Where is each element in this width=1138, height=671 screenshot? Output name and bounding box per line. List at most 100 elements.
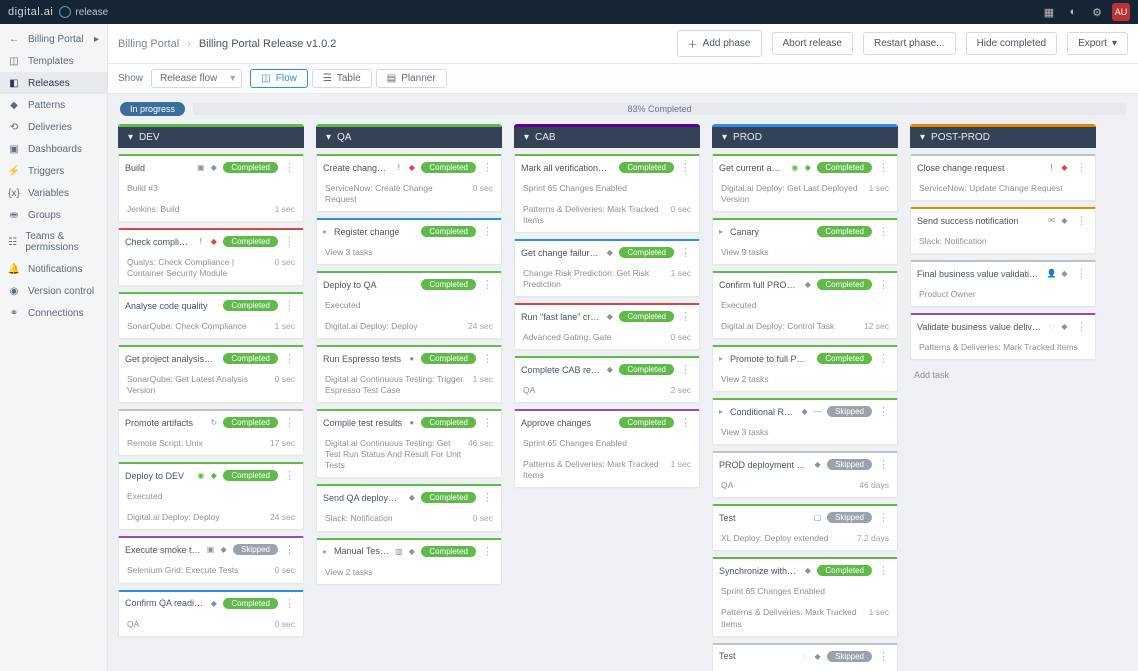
task-card[interactable]: Build▣◆Completed⋮Build #3Jenkins: Build1… xyxy=(118,154,304,222)
task-menu-icon[interactable]: ⋮ xyxy=(282,235,297,248)
sidebar-item-patterns[interactable]: ◆Patterns xyxy=(0,94,107,116)
task-card[interactable]: Deploy to QACompleted⋮ExecutedDigital.ai… xyxy=(316,271,502,339)
task-card[interactable]: Get change failure prediction◆Completed⋮… xyxy=(514,239,700,297)
task-card[interactable]: ▸Register changeCompleted⋮View 3 tasks xyxy=(316,218,502,265)
task-card[interactable]: Send success notification✉◆⋮Slack: Notif… xyxy=(910,207,1096,254)
task-card[interactable]: Test◌◆Skipped⋮Webhook: Json Webhook21 se… xyxy=(712,643,898,671)
phase-header[interactable]: ▾PROD xyxy=(712,124,898,148)
task-card[interactable]: Approve changesCompleted⋮Sprint 65 Chang… xyxy=(514,409,700,488)
phase-header[interactable]: ▾POST-PROD xyxy=(910,124,1096,148)
task-menu-icon[interactable]: ⋮ xyxy=(876,352,891,365)
abort-release-button[interactable]: Abort release xyxy=(772,32,853,55)
task-menu-icon[interactable]: ⋮ xyxy=(1074,214,1089,227)
task-card[interactable]: Promote artifacts↻Completed⋮Remote Scrip… xyxy=(118,409,304,456)
sidebar-item-version[interactable]: ◉Version control xyxy=(0,280,107,302)
task-menu-icon[interactable]: ⋮ xyxy=(480,416,495,429)
task-menu-icon[interactable]: ⋮ xyxy=(480,545,495,558)
task-card[interactable]: ▸CanaryCompleted⋮View 9 tasks xyxy=(712,218,898,265)
phase-header[interactable]: ▾CAB xyxy=(514,124,700,148)
sidebar-item-releases[interactable]: ◧Releases xyxy=(0,72,107,94)
sidebar-item-variables[interactable]: {x}Variables xyxy=(0,182,107,204)
view-table-button[interactable]: ☰Table xyxy=(312,69,372,88)
task-menu-icon[interactable]: ⋮ xyxy=(480,491,495,504)
task-card[interactable]: Test▢Skipped⋮XL Deploy: Deploy extended7… xyxy=(712,504,898,551)
task-card[interactable]: Get project analysis versionCompleted⋮So… xyxy=(118,345,304,403)
hide-completed-button[interactable]: Hide completed xyxy=(966,32,1057,55)
phase-header[interactable]: ▾QA xyxy=(316,124,502,148)
task-card[interactable]: Final business value validations👤◆⋮Produ… xyxy=(910,260,1096,307)
sidebar-item-notifications[interactable]: 🔔Notifications xyxy=(0,258,107,280)
task-icons: ▢ xyxy=(812,512,823,523)
task-card[interactable]: Deploy to DEV◉◆Completed⋮ExecutedDigital… xyxy=(118,462,304,530)
task-card[interactable]: PROD deployment gate◆Skipped⋮QA46 days xyxy=(712,451,898,498)
task-menu-icon[interactable]: ⋮ xyxy=(480,278,495,291)
task-menu-icon[interactable]: ⋮ xyxy=(1074,320,1089,333)
task-card[interactable]: Validate business value delivered◌◆⋮Patt… xyxy=(910,313,1096,360)
task-menu-icon[interactable]: ⋮ xyxy=(678,161,693,174)
task-card[interactable]: ▸Manual Testing▥◆Completed⋮View 2 tasks xyxy=(316,538,502,585)
task-card[interactable]: Analyse code qualityCompleted⋮SonarQube:… xyxy=(118,292,304,339)
task-card[interactable]: Run Espresso tests●Completed⋮Digital.ai … xyxy=(316,345,502,403)
task-card[interactable]: Complete CAB review◆Completed⋮QA2 sec xyxy=(514,356,700,403)
export-button[interactable]: Export▾ xyxy=(1067,32,1128,55)
task-card[interactable]: Send QA deployment notif...◆Completed⋮Sl… xyxy=(316,484,502,531)
sidebar-item-teams[interactable]: ☷Teams & permissions xyxy=(0,226,107,258)
task-card[interactable]: Mark all verifications and c...Completed… xyxy=(514,154,700,233)
breadcrumb-root[interactable]: Billing Portal xyxy=(118,38,179,50)
sidebar-item-deliveries[interactable]: ⟲Deliveries xyxy=(0,116,107,138)
restart-phase-button[interactable]: Restart phase... xyxy=(863,32,956,55)
task-menu-icon[interactable]: ⋮ xyxy=(876,650,891,663)
grid-icon[interactable]: ▦ xyxy=(1040,3,1058,21)
task-menu-icon[interactable]: ⋮ xyxy=(678,416,693,429)
task-menu-icon[interactable]: ⋮ xyxy=(282,469,297,482)
task-card[interactable]: Get current application v...◉◆Completed⋮… xyxy=(712,154,898,212)
task-menu-icon[interactable]: ⋮ xyxy=(282,416,297,429)
task-menu-icon[interactable]: ⋮ xyxy=(282,161,297,174)
sidebar-item-dashboards[interactable]: ▣Dashboards xyxy=(0,138,107,160)
task-card[interactable]: ▸Promote to full PRODCompleted⋮View 2 ta… xyxy=(712,345,898,392)
sidebar-item-folder[interactable]: ←Billing Portal▸ xyxy=(0,28,107,50)
sidebar-item-groups[interactable]: ⛂Groups xyxy=(0,204,107,226)
task-card[interactable]: ▸Conditional Rollback◆—Skipped⋮View 3 ta… xyxy=(712,398,898,445)
task-menu-icon[interactable]: ⋮ xyxy=(480,225,495,238)
task-menu-icon[interactable]: ⋮ xyxy=(282,299,297,312)
task-menu-icon[interactable]: ⋮ xyxy=(678,246,693,259)
task-menu-icon[interactable]: ⋮ xyxy=(678,310,693,323)
task-menu-icon[interactable]: ⋮ xyxy=(1074,161,1089,174)
task-menu-icon[interactable]: ⋮ xyxy=(876,458,891,471)
view-flow-button[interactable]: ◫Flow xyxy=(250,69,308,88)
sidebar-item-connections[interactable]: ⚭Connections xyxy=(0,302,107,324)
task-card[interactable]: Synchronize with business ...◆Completed⋮… xyxy=(712,557,898,636)
task-menu-icon[interactable]: ⋮ xyxy=(876,405,891,418)
task-card[interactable]: Confirm full PROD readiness◆Completed⋮Ex… xyxy=(712,271,898,339)
task-menu-icon[interactable]: ⋮ xyxy=(480,352,495,365)
task-card[interactable]: Close change request!◆⋮ServiceNow: Updat… xyxy=(910,154,1096,201)
add-task-button[interactable]: Add task xyxy=(910,366,1096,384)
task-card[interactable]: Check compliance!◆Completed⋮Qualys: Chec… xyxy=(118,228,304,286)
task-menu-icon[interactable]: ⋮ xyxy=(282,597,297,610)
task-card[interactable]: Confirm QA readiness◆Completed⋮QA0 sec xyxy=(118,590,304,637)
task-menu-icon[interactable]: ⋮ xyxy=(678,363,693,376)
task-card[interactable]: Compile test results●Completed⋮Digital.a… xyxy=(316,409,502,478)
sidebar-item-triggers[interactable]: ⚡Triggers xyxy=(0,160,107,182)
add-phase-button[interactable]: ＋Add phase xyxy=(677,30,762,57)
task-menu-icon[interactable]: ⋮ xyxy=(876,564,891,577)
task-menu-icon[interactable]: ⋮ xyxy=(876,225,891,238)
task-card[interactable]: Execute smoke testing▣◆Skipped⋮Selenium … xyxy=(118,536,304,583)
view-planner-button[interactable]: ▤Planner xyxy=(376,69,447,88)
user-avatar[interactable]: AU xyxy=(1112,3,1130,21)
task-card[interactable]: Run "fast lane" criteria chec...◆Complet… xyxy=(514,303,700,350)
show-select[interactable]: Release flow xyxy=(151,69,242,88)
clock-icon[interactable]: ◐ xyxy=(1064,3,1082,21)
task-menu-icon[interactable]: ⋮ xyxy=(282,543,297,556)
phase-header[interactable]: ▾DEV xyxy=(118,124,304,148)
sidebar-item-templates[interactable]: ◫Templates xyxy=(0,50,107,72)
task-menu-icon[interactable]: ⋮ xyxy=(876,511,891,524)
gear-icon[interactable]: ⚙ xyxy=(1088,3,1106,21)
task-menu-icon[interactable]: ⋮ xyxy=(876,161,891,174)
task-menu-icon[interactable]: ⋮ xyxy=(876,278,891,291)
task-menu-icon[interactable]: ⋮ xyxy=(282,352,297,365)
task-menu-icon[interactable]: ⋮ xyxy=(1074,267,1089,280)
task-menu-icon[interactable]: ⋮ xyxy=(480,161,495,174)
task-card[interactable]: Create change request!◆Completed⋮Service… xyxy=(316,154,502,212)
